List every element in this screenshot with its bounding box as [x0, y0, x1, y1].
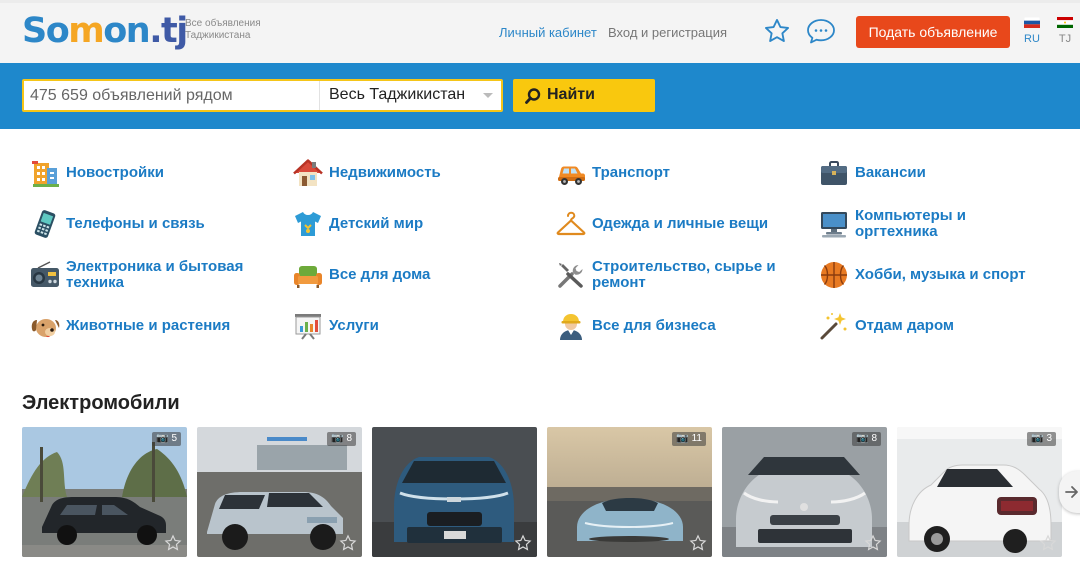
category-label: Компьютеры и оргтехника — [855, 207, 966, 240]
site-header: Somon.tj Все объявления Таджикистана Лич… — [0, 3, 1080, 63]
category-label: Вакансии — [855, 164, 926, 181]
listing-card[interactable]: 📷 5 — [22, 427, 187, 557]
camera-icon: 📷 — [1030, 433, 1044, 444]
search-bar: Весь Таджикистан Найти — [0, 63, 1080, 129]
magic-wand-icon — [820, 313, 847, 340]
sofa-icon — [294, 266, 322, 288]
category-label: Все для бизнеса — [592, 317, 716, 334]
favorites-star-icon[interactable] — [763, 17, 791, 45]
phone-icon — [34, 210, 56, 238]
section-title-electric-cars: Электромобили — [22, 392, 180, 414]
category-label: Телефоны и связь — [66, 215, 205, 232]
listing-card[interactable]: 📷 3 — [897, 427, 1062, 557]
category-label: Одежда и личные вещи — [592, 215, 769, 232]
computer-icon — [821, 212, 847, 238]
category-label: Услуги — [329, 317, 379, 334]
kids-shirt-icon — [295, 212, 321, 236]
cabinet-link[interactable]: Личный кабинет — [499, 25, 597, 41]
carousel-next-button[interactable] — [1059, 471, 1080, 513]
favorite-star-icon[interactable] — [1039, 534, 1057, 552]
listing-card[interactable]: 📷 8 — [197, 427, 362, 557]
tajikistan-flag-icon — [1057, 17, 1073, 28]
listing-photo — [197, 427, 362, 557]
building-icon — [32, 161, 59, 187]
car-icon — [558, 166, 585, 185]
category-label: Новостройки — [66, 164, 164, 181]
photo-count-badge: 📷 8 — [326, 432, 356, 446]
favorite-star-icon[interactable] — [689, 534, 707, 552]
photo-count: 8 — [871, 433, 877, 444]
listing-photo — [547, 427, 712, 557]
camera-icon: 📷 — [676, 433, 689, 444]
search-icon — [525, 88, 541, 104]
tools-icon — [558, 263, 583, 288]
ball-icon — [821, 262, 847, 288]
search-button[interactable]: Найти — [513, 79, 655, 112]
category-label: Транспорт — [592, 164, 671, 181]
favorite-star-icon[interactable] — [339, 534, 357, 552]
category-label: Отдам даром — [855, 317, 955, 334]
photo-count: 3 — [1046, 433, 1052, 444]
search-box: Весь Таджикистан — [22, 79, 503, 112]
lang-tj-code: TJ — [1058, 33, 1072, 45]
chart-board-icon — [295, 314, 321, 340]
login-link[interactable]: Вход и регистрация — [608, 25, 727, 41]
dog-icon — [31, 319, 60, 338]
photo-count-badge: 📷 8 — [851, 432, 881, 446]
category-label: Недвижимость — [329, 164, 441, 181]
house-icon — [293, 159, 323, 186]
category-label: Строительство, сырье и ремонт — [592, 258, 776, 291]
messages-chat-icon[interactable] — [805, 17, 837, 45]
listing-photo — [22, 427, 187, 557]
category-label: Детский мир — [329, 215, 424, 232]
post-ad-button[interactable]: Подать объявление — [856, 16, 1010, 48]
search-input[interactable] — [30, 86, 316, 106]
category-label: Все для дома — [329, 266, 431, 283]
lang-ru-code: RU — [1024, 33, 1040, 45]
arrow-right-icon — [1065, 486, 1078, 498]
hanger-icon — [556, 211, 586, 236]
category-label: Животные и растения — [66, 317, 231, 334]
search-button-label: Найти — [547, 86, 595, 103]
region-select[interactable]: Весь Таджикистан — [329, 86, 499, 106]
site-tagline: Все объявления Таджикистана — [185, 18, 261, 41]
camera-icon: 📷 — [855, 433, 869, 444]
listing-photo — [372, 427, 537, 557]
listing-card[interactable] — [372, 427, 537, 557]
camera-icon: 📷 — [330, 433, 344, 444]
category-label: Электроника и бытовая техника — [66, 258, 244, 291]
favorite-star-icon[interactable] — [864, 534, 882, 552]
russia-flag-icon — [1024, 17, 1040, 28]
site-logo[interactable]: Somon.tj — [22, 11, 188, 51]
category-label: Хобби, музыка и спорт — [855, 266, 1026, 283]
listing-card[interactable]: 📷 8 — [722, 427, 887, 557]
listing-card[interactable]: 📷 11 — [547, 427, 712, 557]
photo-count: 8 — [346, 433, 352, 444]
lang-ru-switch[interactable]: RU — [1023, 17, 1041, 46]
photo-count-badge: 📷 3 — [1026, 432, 1056, 446]
radio-icon — [31, 261, 59, 287]
lang-tj-switch[interactable]: TJ — [1056, 17, 1074, 46]
photo-count-badge: 📷 5 — [151, 432, 181, 446]
photo-count: 11 — [691, 433, 702, 444]
listing-photo — [722, 427, 887, 557]
chevron-down-icon[interactable] — [483, 93, 493, 98]
photo-count-badge: 📷 11 — [672, 432, 706, 446]
favorite-star-icon[interactable] — [514, 534, 532, 552]
camera-icon: 📷 — [155, 433, 169, 444]
favorite-star-icon[interactable] — [164, 534, 182, 552]
briefcase-icon — [821, 161, 847, 185]
photo-count: 5 — [171, 433, 177, 444]
search-divider — [319, 81, 320, 110]
worker-icon — [560, 314, 582, 340]
listing-photo — [897, 427, 1062, 557]
